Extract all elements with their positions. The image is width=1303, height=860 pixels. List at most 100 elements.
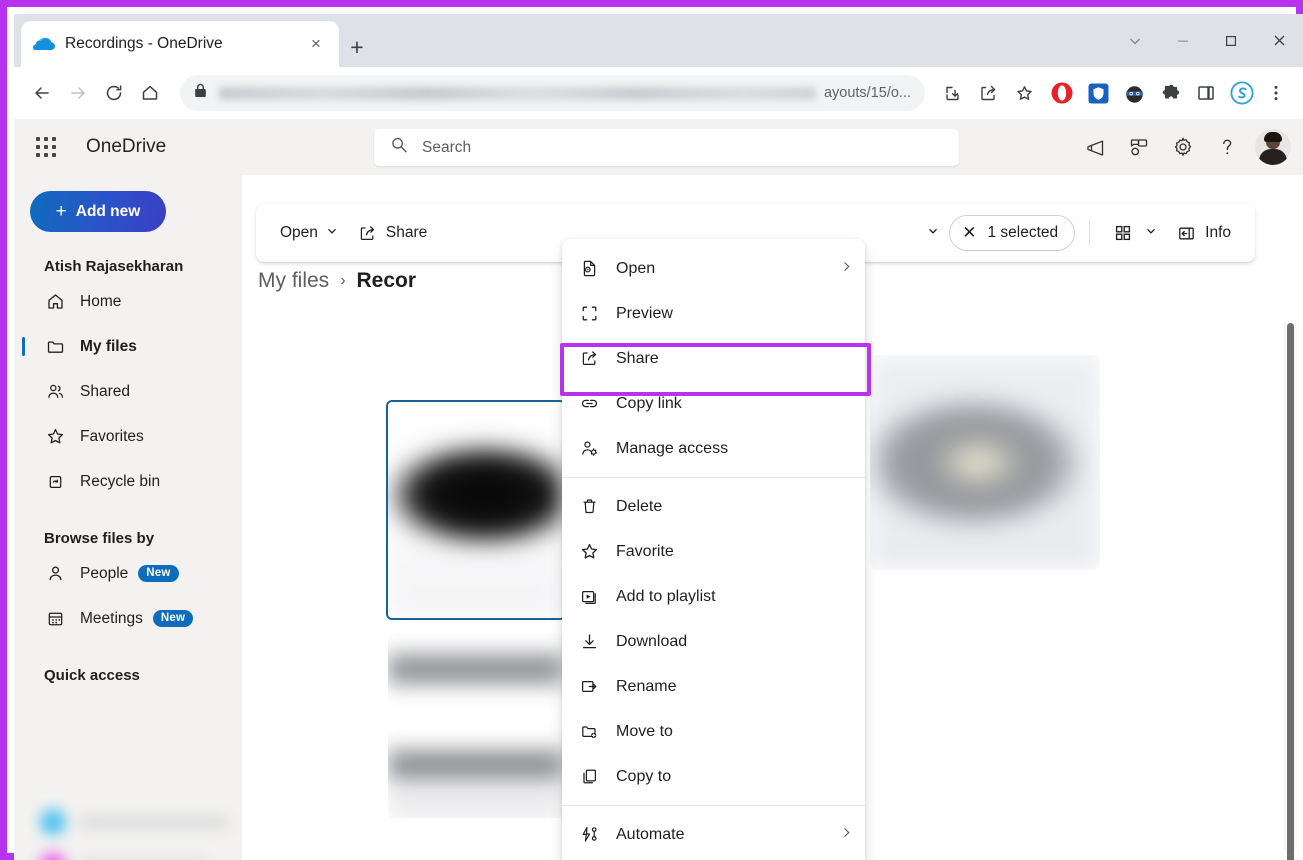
sidebar-item-recycle-bin[interactable]: Recycle bin	[14, 459, 242, 504]
menu-item-preview[interactable]: Preview	[562, 291, 865, 336]
reload-icon[interactable]	[96, 75, 132, 111]
lock-icon	[194, 83, 207, 103]
menu-item-add-to-playlist[interactable]: Add to playlist	[562, 574, 865, 619]
sidebar-item-favorites[interactable]: Favorites	[14, 414, 242, 459]
quick-access-list-blurred[interactable]	[14, 800, 242, 860]
sidebar-item-my-files[interactable]: My files	[14, 324, 242, 369]
folder-icon	[44, 337, 66, 356]
home-icon[interactable]	[132, 75, 168, 111]
menu-item-share[interactable]: Share	[562, 336, 865, 381]
app-launcher-waffle-icon[interactable]	[22, 123, 70, 171]
search-input[interactable]: Search	[374, 129, 959, 166]
menu-item-copy-to[interactable]: Copy to	[562, 754, 865, 799]
divider	[1089, 220, 1090, 246]
menu-item-rename[interactable]: Rename	[562, 664, 865, 709]
share-icon[interactable]	[971, 76, 1005, 110]
scrollbar-thumb[interactable]	[1287, 323, 1294, 860]
tab-close-icon[interactable]: ×	[305, 33, 327, 55]
forward-icon[interactable]	[60, 75, 96, 111]
tab-search-chevron-icon[interactable]	[1111, 19, 1159, 63]
menu-item-open[interactable]: Open	[562, 246, 865, 291]
menu-item-label: Preview	[616, 305, 853, 323]
onedrive-brand-title[interactable]: OneDrive	[86, 136, 166, 158]
quick-access-avatar	[40, 853, 66, 860]
file-thumbnail-blurred	[388, 633, 564, 818]
menu-item-move-to[interactable]: Move to	[562, 709, 865, 754]
downloads-icon[interactable]	[935, 76, 969, 110]
copy-to-icon	[578, 766, 600, 788]
search-icon	[390, 136, 408, 159]
menu-item-manage-access[interactable]: Manage access	[562, 426, 865, 471]
menu-item-label: Move to	[616, 723, 853, 741]
sidebar-item-label: My files	[80, 338, 137, 356]
sidebar-item-shared[interactable]: Shared	[14, 369, 242, 414]
breadcrumb-item-current: Recor	[357, 269, 417, 293]
annotation-frame: Recordings - OneDrive × +	[0, 0, 1303, 860]
side-panel-icon[interactable]	[1191, 78, 1221, 108]
menu-item-delete[interactable]: Delete	[562, 484, 865, 529]
browser-toolbar: ayouts/15/o...	[14, 67, 1303, 119]
sidebar-item-home[interactable]: Home	[14, 279, 242, 324]
brand-extension-icon[interactable]	[1227, 78, 1257, 108]
info-button[interactable]: Info	[1167, 215, 1241, 251]
open-button[interactable]: Open	[270, 215, 348, 251]
sidebar-item-label: Meetings	[80, 610, 143, 628]
share-icon	[578, 348, 600, 370]
breadcrumb-separator: ›	[340, 272, 345, 290]
menu-item-favorite[interactable]: Favorite	[562, 529, 865, 574]
close-icon[interactable]: ✕	[962, 223, 976, 243]
vertical-scrollbar[interactable]	[1284, 323, 1297, 850]
browser-chrome: Recordings - OneDrive × +	[14, 14, 1303, 119]
menu-item-download[interactable]: Download	[562, 619, 865, 664]
star-icon	[44, 427, 66, 446]
gear-icon[interactable]	[1161, 125, 1205, 169]
chevron-down-icon	[326, 224, 338, 242]
bookmark-star-icon[interactable]	[1007, 76, 1041, 110]
minimize-button[interactable]	[1159, 19, 1207, 63]
sidebar-item-meetings[interactable]: Meetings New	[14, 596, 242, 641]
menu-item-label: Copy link	[616, 395, 853, 413]
share-button[interactable]: Share	[348, 215, 437, 251]
back-icon[interactable]	[24, 75, 60, 111]
megaphone-icon[interactable]	[1073, 125, 1117, 169]
header-actions	[1073, 119, 1295, 175]
trash-icon	[44, 472, 66, 491]
browser-more-menu-icon[interactable]	[1259, 76, 1293, 110]
file-tile-selected[interactable]	[386, 400, 566, 620]
menu-item-copy-link[interactable]: Copy link	[562, 381, 865, 426]
view-options-button[interactable]	[1104, 215, 1167, 251]
grid-view-icon	[1114, 224, 1132, 242]
open-label: Open	[280, 224, 318, 242]
help-icon[interactable]	[1205, 125, 1249, 169]
avatar-hair	[1264, 132, 1282, 142]
details-icon	[1177, 224, 1196, 243]
list-item[interactable]	[14, 844, 242, 860]
sidebar-item-people[interactable]: People New	[14, 551, 242, 596]
opera-extension-icon[interactable]	[1047, 78, 1077, 108]
ninja-extension-icon[interactable]	[1119, 78, 1149, 108]
overflow-chevron-button[interactable]	[917, 215, 949, 251]
new-tab-button[interactable]: +	[344, 34, 370, 60]
menu-item-automate[interactable]: Automate	[562, 812, 865, 857]
avatar[interactable]	[1255, 129, 1291, 165]
status-badge: New	[153, 610, 193, 627]
file-tile[interactable]	[388, 633, 564, 818]
breadcrumb-item-my-files[interactable]: My files	[258, 269, 329, 293]
selection-count-button[interactable]: ✕ 1 selected	[949, 215, 1075, 251]
browser-tab-title: Recordings - OneDrive	[65, 35, 305, 53]
menu-item-label: Favorite	[616, 543, 853, 561]
chat-feedback-icon[interactable]	[1117, 125, 1161, 169]
share-icon	[358, 224, 377, 243]
browser-tab[interactable]: Recordings - OneDrive ×	[21, 21, 339, 67]
sidebar-item-label: Home	[80, 293, 121, 311]
shield-extension-icon[interactable]	[1083, 78, 1113, 108]
close-button[interactable]	[1255, 19, 1303, 63]
file-tile[interactable]	[870, 355, 1100, 570]
maximize-button[interactable]	[1207, 19, 1255, 63]
puzzle-extensions-icon[interactable]	[1155, 78, 1185, 108]
download-icon	[578, 631, 600, 653]
list-item[interactable]	[14, 800, 242, 844]
add-new-button[interactable]: + Add new	[30, 191, 166, 232]
move-to-icon	[578, 721, 600, 743]
address-bar[interactable]: ayouts/15/o...	[180, 75, 925, 111]
